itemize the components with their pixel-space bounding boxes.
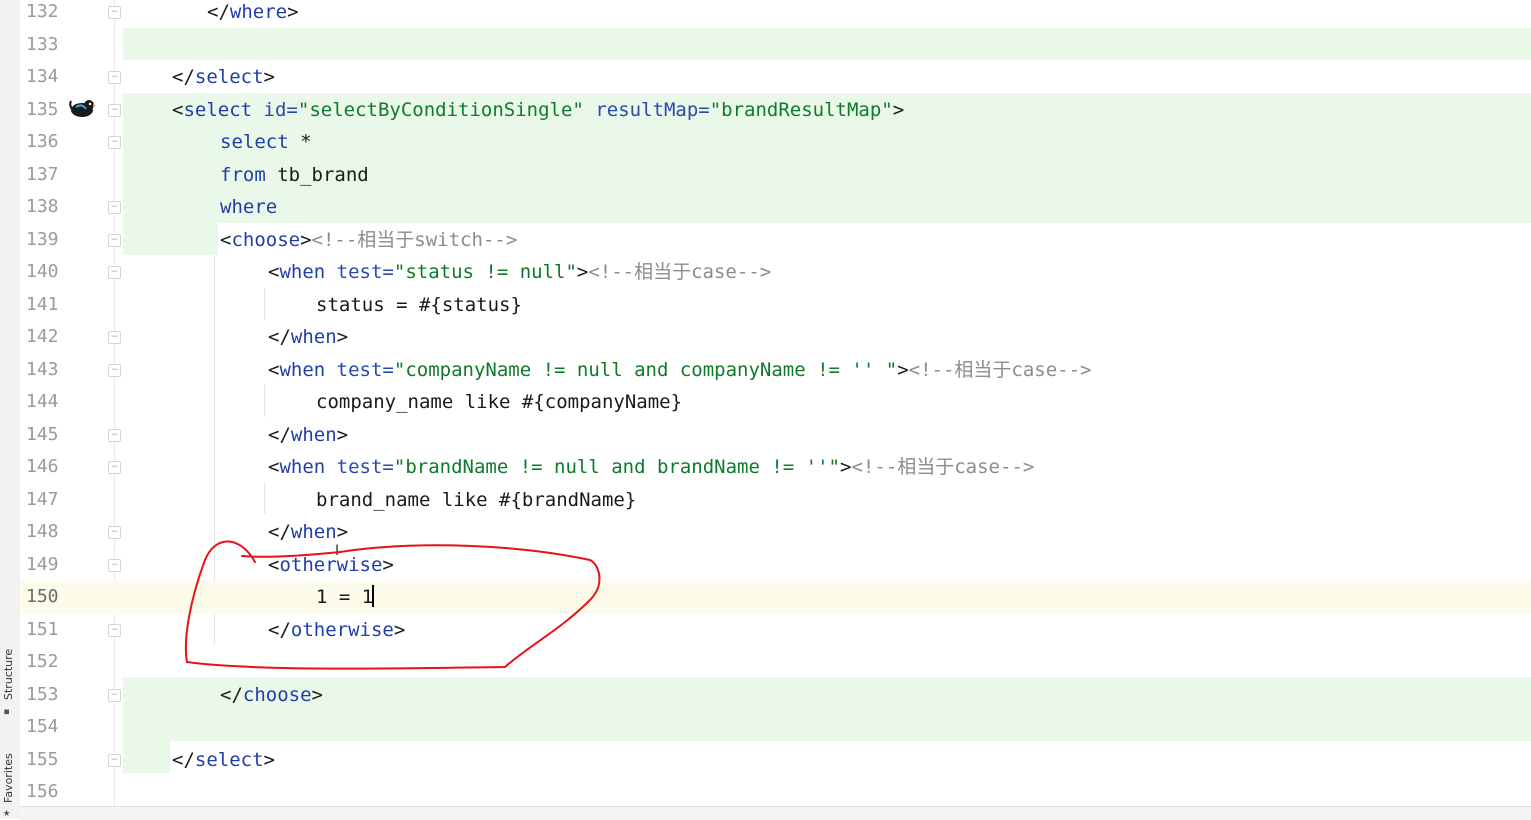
code-text: </select> [172,748,275,771]
favorites-star-icon: ★ [3,805,11,819]
fold-icon[interactable]: − [108,201,121,214]
code-line[interactable]: 155 − </select> [20,744,1531,777]
line-number: 153 [26,683,59,705]
code-line[interactable]: 135 − <select id="selectByConditionSingl… [20,94,1531,127]
code-text: <choose><!--相当于switch--> [220,228,518,251]
line-number: 144 [26,391,59,412]
code-text: from tb_brand [220,163,369,186]
code-text: </when> [268,423,349,446]
mybatis-bird-icon[interactable] [68,97,96,119]
code-text: </select> [172,66,275,88]
code-line[interactable]: 136 − select * [20,126,1531,159]
code-line[interactable]: 133 [20,29,1531,62]
line-number: 140 [26,261,59,282]
line-number: 145 [26,423,59,445]
code-line[interactable]: 147 brand_name like #{brandName} [20,484,1531,517]
line-number: 134 [26,66,59,87]
code-text: <when test="brandName != null and brandN… [268,456,1035,478]
structure-icon: ▪ [3,704,11,718]
code-text: <select id="selectByConditionSingle" res… [172,98,905,121]
code-text: <when test="status != null"><!--相当于case-… [268,261,772,283]
structure-tab[interactable]: Structure [2,649,15,700]
mouse-ibeam-icon: I [335,543,340,559]
fold-icon[interactable]: − [108,558,121,572]
fold-icon[interactable]: − [108,6,121,19]
code-line[interactable]: 139 − <choose><!--相当于switch--> [20,224,1531,257]
code-text: </otherwise> [268,618,406,641]
code-line[interactable]: 138 − where [20,191,1531,224]
code-text: </when> [268,326,349,348]
fold-icon[interactable]: − [108,526,121,539]
line-number: 139 [26,228,59,250]
text-cursor [372,585,375,607]
line-number: 147 [26,488,59,510]
code-line[interactable]: 142 − </when> [20,321,1531,354]
line-number: 132 [26,1,59,22]
line-number: 138 [26,196,59,217]
line-number: 146 [26,456,59,477]
code-text: select * [220,131,312,153]
code-line[interactable]: 143 − <when test="companyName != null an… [20,354,1531,387]
line-number: 156 [26,781,59,802]
code-text: <otherwise> [268,553,394,576]
line-number: 155 [26,748,59,770]
code-line[interactable]: 153 − </choose> [20,679,1531,712]
code-text: <when test="companyName != null and comp… [268,358,1092,381]
fold-icon[interactable]: − [108,71,121,84]
code-text: brand_name like #{brandName} [316,488,637,511]
line-number: 148 [26,521,59,542]
favorites-tab[interactable]: Favorites [2,753,15,803]
line-number: 142 [26,326,59,347]
code-text: </choose> [220,683,323,706]
left-tool-strip: Structure ▪ Favorites ★ [0,0,21,819]
code-text: 1 = 1 [316,585,375,608]
code-line[interactable]: 141 status = #{status} [20,289,1531,322]
fold-icon[interactable]: − [108,753,121,767]
fold-icon[interactable]: − [108,428,121,442]
code-line[interactable]: 134 − </select> [20,61,1531,94]
fold-icon[interactable]: − [108,331,121,344]
code-text: status = #{status} [316,293,522,316]
fold-icon[interactable]: − [108,623,121,637]
line-number: 141 [26,293,59,315]
code-line-current[interactable]: 150 1 = 1 [20,581,1531,614]
code-line[interactable]: 156 [20,776,1531,809]
code-line[interactable]: 146 − <when test="brandName != null and … [20,451,1531,484]
line-number: 152 [26,651,59,672]
fold-icon[interactable]: − [108,266,121,279]
code-line[interactable]: 144 company_name like #{companyName} [20,386,1531,419]
line-number: 151 [26,618,59,640]
fold-icon[interactable]: − [108,233,121,247]
code-line[interactable]: 132 − </where> [20,0,1531,29]
line-number: 154 [26,716,59,737]
line-number: 137 [26,163,59,185]
code-line[interactable]: 152 [20,646,1531,679]
line-number: 143 [26,358,59,380]
code-line[interactable]: 148 − </when> [20,516,1531,549]
line-number: 150 [26,586,59,607]
fold-icon[interactable]: − [108,688,121,702]
code-line[interactable]: 145 − </when> [20,419,1531,452]
line-number: 149 [26,553,59,575]
code-line[interactable]: 154 [20,711,1531,744]
code-line[interactable]: 137 from tb_brand [20,159,1531,192]
code-text: company_name like #{companyName} [316,391,683,413]
line-number: 133 [26,33,59,55]
code-line[interactable]: 151 − </otherwise> [20,614,1531,647]
line-number: 136 [26,131,59,152]
code-line[interactable]: 140 − <when test="status != null"><!--相当… [20,256,1531,289]
fold-icon[interactable]: − [108,136,121,149]
code-text: where [220,196,278,218]
code-line[interactable]: 149 − <otherwise> [20,549,1531,582]
fold-icon[interactable]: − [108,103,121,117]
fold-icon[interactable]: − [108,461,121,474]
code-text: </where> [207,1,299,23]
horizontal-scrollbar[interactable] [20,806,1531,820]
fold-icon[interactable]: − [108,363,121,377]
